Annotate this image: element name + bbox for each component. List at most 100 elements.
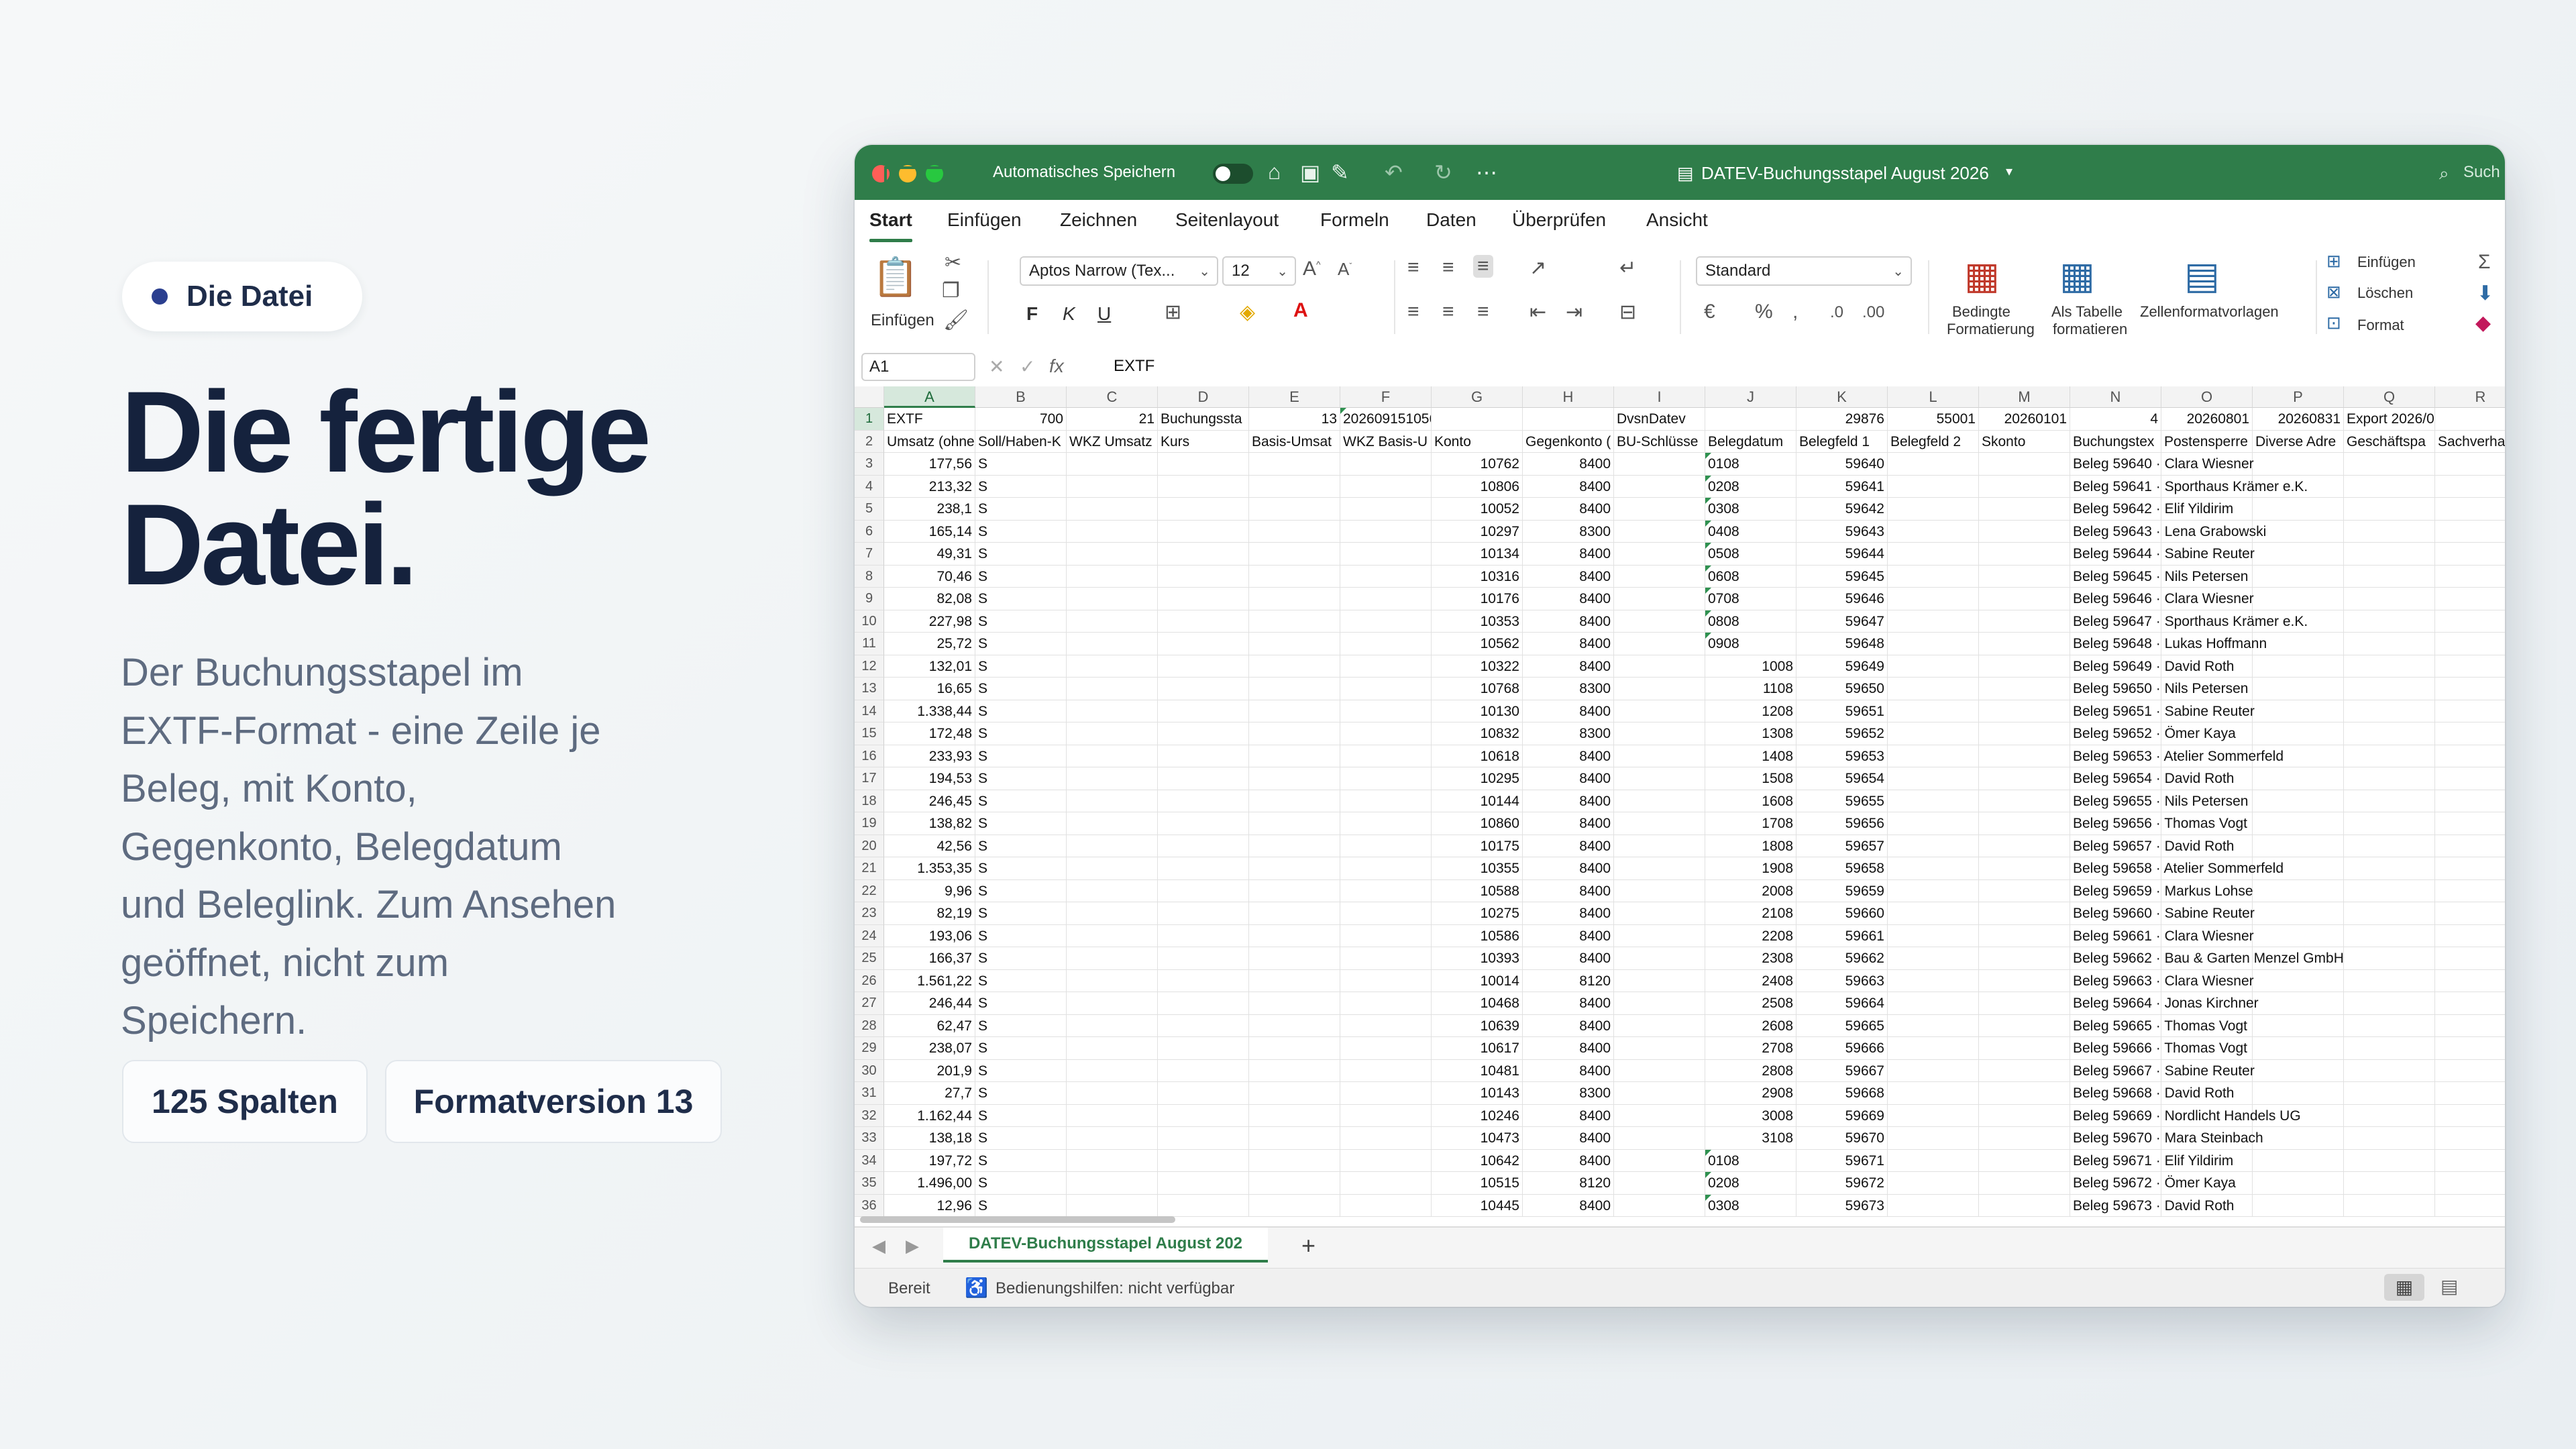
cell[interactable] xyxy=(1979,722,2070,745)
cell[interactable] xyxy=(1614,475,1705,498)
cell[interactable]: 16,65 xyxy=(884,678,975,700)
cell[interactable] xyxy=(1614,812,1705,835)
cell[interactable] xyxy=(2435,678,2505,700)
cell[interactable] xyxy=(1249,610,1340,633)
merge-cells-icon[interactable]: ⊟ xyxy=(1619,301,1636,324)
cell[interactable] xyxy=(1888,947,1979,970)
clear-icon[interactable]: ◆ xyxy=(2475,311,2491,335)
cell[interactable]: 10639 xyxy=(1432,1014,1523,1037)
cell[interactable]: Skonto xyxy=(1979,430,2070,453)
cell[interactable] xyxy=(1340,1059,1432,1082)
cell[interactable] xyxy=(1979,610,2070,633)
cell[interactable] xyxy=(1614,992,1705,1015)
cell[interactable]: 8400 xyxy=(1523,1059,1614,1082)
column-header[interactable]: Q xyxy=(2344,386,2435,408)
cell[interactable]: 10297 xyxy=(1432,520,1523,543)
cell[interactable]: 172,48 xyxy=(884,722,975,745)
cell[interactable]: 27,7 xyxy=(884,1082,975,1105)
cell[interactable] xyxy=(1067,1127,1158,1150)
cell[interactable]: S xyxy=(975,879,1067,902)
cell[interactable]: 10473 xyxy=(1432,1127,1523,1150)
cell[interactable] xyxy=(2253,520,2344,543)
cell[interactable] xyxy=(1979,1172,2070,1195)
cell[interactable]: 233,93 xyxy=(884,745,975,767)
cell[interactable]: 3008 xyxy=(1705,1104,1796,1127)
cell[interactable]: 59671 xyxy=(1796,1149,1888,1172)
cell[interactable]: 10353 xyxy=(1432,610,1523,633)
cell[interactable] xyxy=(1614,610,1705,633)
row-header[interactable]: 36 xyxy=(855,1194,884,1217)
cell[interactable] xyxy=(2435,812,2505,835)
cell[interactable]: Beleg 59644 · Sabine Reuter xyxy=(2070,543,2255,566)
cell[interactable] xyxy=(1979,1194,2070,1217)
cell[interactable] xyxy=(1067,857,1158,880)
cell[interactable]: 10586 xyxy=(1432,924,1523,947)
shrink-font-icon[interactable]: Aˇ xyxy=(1338,259,1352,280)
cell[interactable]: 10806 xyxy=(1432,475,1523,498)
cell[interactable] xyxy=(2344,879,2435,902)
cell[interactable] xyxy=(1067,1194,1158,1217)
row-header[interactable]: 4 xyxy=(855,475,884,498)
cell[interactable] xyxy=(1614,543,1705,566)
cell[interactable] xyxy=(2344,520,2435,543)
cell[interactable]: 1.561,22 xyxy=(884,969,975,992)
cell[interactable] xyxy=(2344,790,2435,812)
cell[interactable]: 2708 xyxy=(1705,1037,1796,1060)
cell[interactable] xyxy=(2435,453,2505,476)
cell[interactable]: Geschäftspa xyxy=(2344,430,2435,453)
cell[interactable] xyxy=(1340,588,1432,610)
underline-button[interactable]: U xyxy=(1097,303,1111,325)
cell[interactable]: Beleg 59640 · Clara Wiesner xyxy=(2070,453,2254,476)
cell[interactable] xyxy=(1888,1059,1979,1082)
cell[interactable] xyxy=(2435,722,2505,745)
cell[interactable] xyxy=(1340,857,1432,880)
cell[interactable] xyxy=(1067,610,1158,633)
autosum-icon[interactable]: Σ xyxy=(2478,251,2491,274)
cell[interactable]: 59669 xyxy=(1796,1104,1888,1127)
cell[interactable] xyxy=(1888,924,1979,947)
cell[interactable]: 8400 xyxy=(1523,947,1614,970)
cell[interactable]: 55001 xyxy=(1888,408,1979,431)
cell[interactable] xyxy=(1340,745,1432,767)
cell[interactable] xyxy=(2344,655,2435,678)
cell[interactable] xyxy=(2344,767,2435,790)
cell[interactable] xyxy=(1067,520,1158,543)
cell[interactable]: Beleg 59654 · David Roth xyxy=(2070,767,2235,790)
cell[interactable]: 8400 xyxy=(1523,1149,1614,1172)
row-header[interactable]: 18 xyxy=(855,790,884,812)
copy-icon[interactable]: ❐ xyxy=(942,279,960,303)
cell[interactable] xyxy=(1340,565,1432,588)
cell[interactable] xyxy=(1340,1037,1432,1060)
row-header[interactable]: 34 xyxy=(855,1149,884,1172)
cell[interactable]: Export 2026/08 xyxy=(2344,408,2435,431)
column-header[interactable]: F xyxy=(1340,386,1432,408)
cell[interactable] xyxy=(2344,543,2435,566)
cell[interactable]: 59668 xyxy=(1796,1082,1888,1105)
cell[interactable] xyxy=(1614,520,1705,543)
cell[interactable]: 59651 xyxy=(1796,700,1888,722)
cell[interactable]: 10588 xyxy=(1432,879,1523,902)
cell[interactable] xyxy=(2435,1105,2505,1127)
cell[interactable] xyxy=(1249,992,1340,1015)
cell[interactable]: S xyxy=(975,1059,1067,1082)
cell[interactable] xyxy=(1340,790,1432,812)
cell[interactable] xyxy=(2435,588,2505,610)
cell[interactable] xyxy=(1249,1059,1340,1082)
cell[interactable]: Basis-Umsat xyxy=(1249,430,1340,453)
cell[interactable]: Beleg 59672 · Ömer Kaya xyxy=(2070,1172,2236,1195)
cell[interactable] xyxy=(2344,1194,2435,1217)
cell[interactable] xyxy=(2435,790,2505,812)
row-header[interactable]: 30 xyxy=(855,1059,884,1082)
cell[interactable] xyxy=(1158,700,1249,722)
row-header[interactable]: 32 xyxy=(855,1104,884,1127)
cell[interactable]: 59649 xyxy=(1796,655,1888,678)
cell[interactable]: 138,82 xyxy=(884,812,975,835)
cell[interactable] xyxy=(1614,1172,1705,1195)
row-header[interactable]: 33 xyxy=(855,1127,884,1150)
cell[interactable]: 59658 xyxy=(1796,857,1888,880)
cell[interactable]: Beleg 59645 · Nils Petersen xyxy=(2070,565,2249,588)
cell[interactable] xyxy=(1158,969,1249,992)
row-header[interactable]: 8 xyxy=(855,565,884,588)
cell[interactable]: Belegdatum xyxy=(1705,430,1796,453)
cell[interactable] xyxy=(1432,408,1523,431)
